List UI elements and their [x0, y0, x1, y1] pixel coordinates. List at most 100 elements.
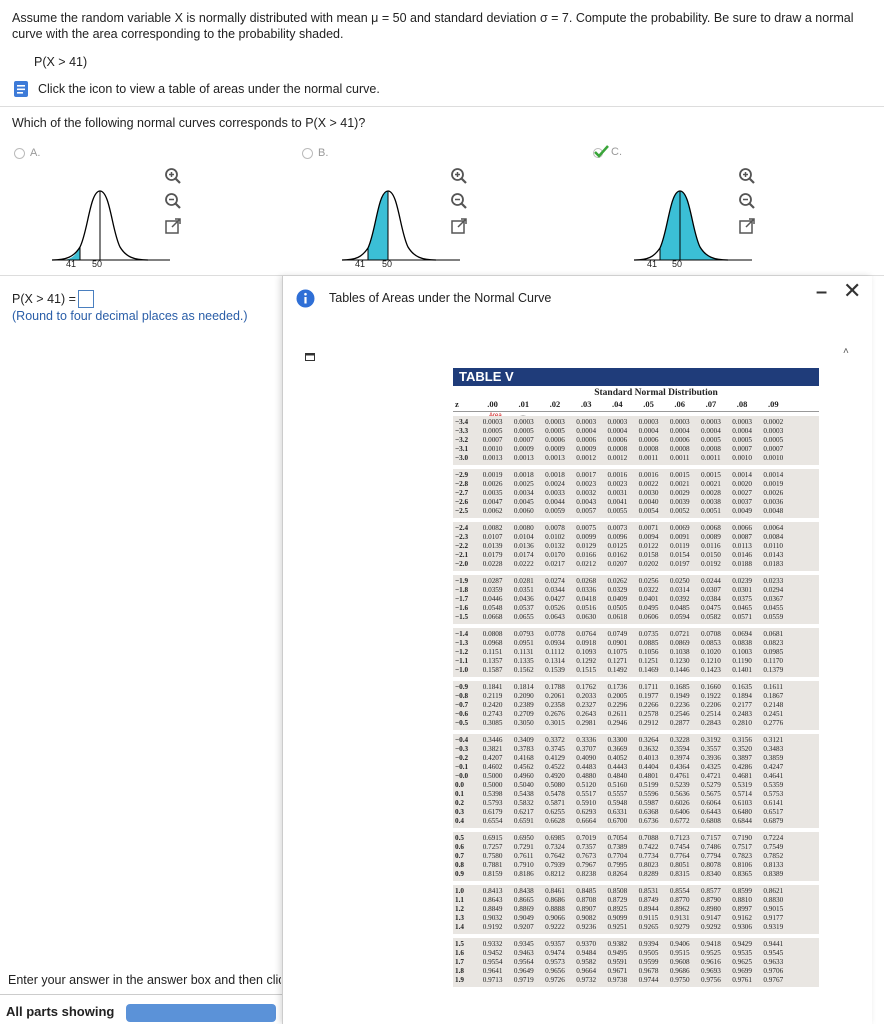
table-cell: 0.5987 — [638, 799, 659, 807]
table-row: −0.3 0.3821 0.3783 0.3745 0.3707 0.3669 0.3632… — [453, 745, 819, 754]
table-cell: 0.5596 — [638, 790, 659, 798]
table-cell: 0.0256 — [638, 577, 659, 585]
zoom-in-icon[interactable] — [164, 167, 182, 185]
minimize-button[interactable]: – — [816, 281, 827, 304]
table-cell: 0.0003 — [513, 418, 534, 426]
table-cell: 0.1635 — [732, 683, 752, 691]
table-cell: 0.4129 — [545, 754, 565, 762]
table-cell: 0.6985 — [545, 834, 565, 842]
open-external-icon[interactable] — [738, 217, 756, 235]
answer-input[interactable] — [77, 290, 94, 308]
table-cell: 0.0375 — [732, 595, 752, 603]
table-cell: 0.1894 — [732, 692, 752, 700]
z-value: 1.0 — [455, 887, 464, 895]
table-cell: 0.0003 — [607, 418, 628, 426]
close-button[interactable]: ✕ — [843, 278, 861, 304]
table-cell: 0.0032 — [576, 489, 597, 497]
table-cell: 0.0007 — [482, 436, 503, 444]
table-cell: 0.1841 — [482, 683, 503, 691]
open-external-icon[interactable] — [164, 217, 182, 235]
table-cell: 0.9279 — [669, 923, 690, 931]
collapse-icon[interactable] — [305, 353, 315, 361]
table-cell: 0.9463 — [513, 949, 534, 957]
table-cell: 0.2420 — [482, 701, 503, 709]
table-cell: 0.5714 — [732, 790, 752, 798]
table-cell: 0.9726 — [545, 976, 565, 984]
table-cell: 0.8186 — [513, 870, 534, 878]
table-cell: 0.0015 — [701, 471, 721, 479]
zoom-in-icon[interactable] — [450, 167, 468, 185]
table-cell: 0.7224 — [763, 834, 784, 842]
table-cell: 0.2709 — [513, 710, 534, 718]
table-cell: 0.0336 — [576, 586, 597, 594]
table-cell: 0.0003 — [669, 418, 690, 426]
table-cell: 0.7389 — [607, 843, 628, 851]
table-cell: 0.6443 — [701, 808, 721, 816]
option-c[interactable]: C. — [593, 145, 622, 159]
table-cell: 0.0040 — [638, 498, 659, 506]
z-value: −0.1 — [455, 763, 469, 771]
table-row: −3.3 0.0005 0.0005 0.0005 0.0004 0.0004 0.0004… — [453, 427, 819, 436]
z-value: −1.3 — [455, 639, 469, 647]
question-text: Assume the random variable X is normally… — [12, 11, 854, 41]
table-cell: 0.0174 — [513, 551, 534, 559]
radio-option-a[interactable] — [14, 147, 25, 159]
table-cell: 0.9505 — [638, 949, 659, 957]
table-cell: 0.1446 — [669, 666, 690, 674]
table-cell: 0.2743 — [482, 710, 503, 718]
table-cell: 0.0344 — [545, 586, 565, 594]
table-cell: 0.7088 — [638, 834, 659, 842]
z-value: −1.0 — [455, 666, 469, 674]
table-cell: 0.8925 — [607, 905, 628, 913]
table-cell: 0.1736 — [607, 683, 628, 691]
table-cell: 0.0003 — [732, 418, 752, 426]
table-cell: 0.9633 — [763, 958, 784, 966]
zoom-out-icon[interactable] — [164, 192, 182, 210]
table-cell: 0.0183 — [763, 560, 784, 568]
table-cell: 0.1587 — [482, 666, 503, 674]
table-cell: 0.8849 — [482, 905, 503, 913]
option-b[interactable]: B. — [302, 147, 328, 159]
zoom-out-icon[interactable] — [738, 192, 756, 210]
table-cell: 0.0026 — [763, 489, 784, 497]
areas-table-popup: Tables of Areas under the Normal Curve –… — [282, 276, 872, 1024]
z-value: −1.4 — [455, 630, 469, 638]
table-cell: 0.3085 — [482, 719, 503, 727]
zoom-out-icon[interactable] — [450, 192, 468, 210]
table-cell: 0.0446 — [482, 595, 503, 603]
z-value: −0.7 — [455, 701, 469, 709]
scroll-up-icon[interactable]: ˄ — [843, 346, 849, 357]
zoom-in-icon[interactable] — [738, 167, 756, 185]
table-cell: 0.9756 — [701, 976, 721, 984]
table-cell: 0.9693 — [701, 967, 721, 975]
table-cell: 0.0044 — [545, 498, 565, 506]
table-cell: 0.4522 — [545, 763, 565, 771]
table-cell: 0.4090 — [576, 754, 597, 762]
table-cell: 0.0029 — [669, 489, 690, 497]
round-note: (Round to four decimal places as needed.… — [12, 309, 248, 323]
table-cell: 0.0764 — [576, 630, 597, 638]
table-row: −1.4 0.0808 0.0793 0.0778 0.0764 0.0749 0.0735… — [453, 630, 819, 639]
option-a[interactable]: A. — [14, 147, 40, 159]
table-row: −1.6 0.0548 0.0537 0.0526 0.0516 0.0505 0.0495… — [453, 604, 819, 613]
open-external-icon[interactable] — [450, 217, 468, 235]
table-row: 0.4 0.6554 0.6591 0.6628 0.6664 0.6700 0.6736 0… — [453, 817, 819, 826]
table-cell: 0.9452 — [482, 949, 503, 957]
table-doc-icon[interactable] — [12, 80, 30, 98]
table-cell: 0.8997 — [732, 905, 752, 913]
z-value: −3.1 — [455, 445, 469, 453]
table-cell: 0.0239 — [732, 577, 752, 585]
table-link-row[interactable]: Click the icon to view a table of areas … — [12, 80, 380, 98]
table-cell: 0.0082 — [482, 524, 503, 532]
table-cell: 0.2912 — [638, 719, 659, 727]
z-value: −1.1 — [455, 657, 469, 665]
table-cell: 0.5478 — [545, 790, 565, 798]
radio-option-b[interactable] — [302, 147, 313, 159]
table-cell: 0.8212 — [545, 870, 565, 878]
table-cell: 0.9573 — [545, 958, 565, 966]
table-cell: 0.0885 — [638, 639, 659, 647]
tools-option-a — [164, 167, 182, 235]
table-cell: 0.9484 — [576, 949, 597, 957]
table-cell: 0.0015 — [669, 471, 690, 479]
table-cell: 0.9292 — [701, 923, 721, 931]
